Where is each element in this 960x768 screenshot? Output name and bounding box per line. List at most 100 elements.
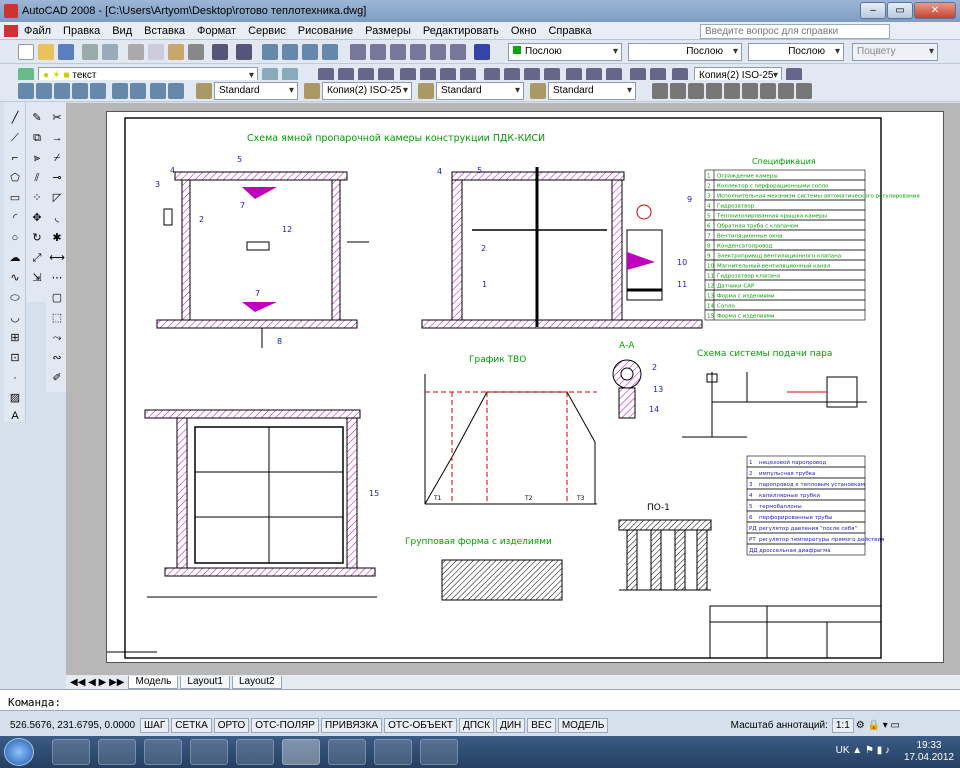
menu-format[interactable]: Формат <box>191 25 242 37</box>
paste-icon[interactable] <box>168 44 184 60</box>
save-icon[interactable] <box>58 44 74 60</box>
arc-icon[interactable]: ◜ <box>7 210 23 226</box>
text-icon-d[interactable] <box>706 83 722 99</box>
dim-style-manager-icon[interactable] <box>304 83 320 99</box>
mleader-style-select[interactable]: Standard <box>548 82 636 100</box>
find-icon[interactable] <box>742 83 758 99</box>
mirror-icon[interactable]: ⫸ <box>29 150 45 166</box>
fillet-icon[interactable]: ◟ <box>49 210 65 226</box>
rectangle-icon[interactable]: ▭ <box>7 190 23 206</box>
help-search-input[interactable]: Введите вопрос для справки <box>700 24 890 39</box>
xline-icon[interactable]: ⟋ <box>7 130 23 146</box>
system-tray[interactable]: UK ▲ ⚑ ▮ ♪ <box>836 745 890 756</box>
dyn-toggle[interactable]: ДИН <box>496 717 526 733</box>
new-icon[interactable] <box>18 44 34 60</box>
calculator-icon[interactable] <box>450 44 466 60</box>
media-player-taskbar-icon[interactable] <box>98 739 136 765</box>
explorer-taskbar-icon[interactable] <box>52 739 90 765</box>
tab-layout1[interactable]: Layout1 <box>180 675 230 689</box>
splinedit-icon[interactable]: ∾ <box>49 350 65 366</box>
make-block-icon[interactable]: ⊡ <box>7 350 23 366</box>
osnap-toggle[interactable]: ПРИВЯЗКА <box>320 717 383 733</box>
region-icon[interactable]: ▢ <box>49 290 65 306</box>
redo-icon[interactable] <box>236 44 252 60</box>
autocad-taskbar-icon[interactable] <box>282 739 320 765</box>
convert-space-icon[interactable] <box>796 83 812 99</box>
tab-layout2[interactable]: Layout2 <box>231 675 282 689</box>
lengthen-icon[interactable]: ⟷ <box>49 250 65 266</box>
zoom-icon-1[interactable] <box>18 83 34 99</box>
boundary-icon[interactable]: ⬚ <box>49 310 65 326</box>
color-select[interactable]: Послою <box>508 43 622 61</box>
doc-icon[interactable] <box>4 24 18 37</box>
opera-taskbar-icon[interactable] <box>144 739 182 765</box>
model-toggle[interactable]: МОДЕЛЬ <box>557 717 609 733</box>
acrobat-taskbar-icon[interactable] <box>236 739 274 765</box>
plotstyle-select[interactable]: Поцвету <box>852 43 938 61</box>
ortho-toggle[interactable]: ОРТО <box>213 717 250 733</box>
match-prop-icon[interactable] <box>188 44 204 60</box>
menu-modify[interactable]: Редактировать <box>417 25 505 37</box>
attedit-icon[interactable]: ✐ <box>49 370 65 386</box>
ducs-toggle[interactable]: ДПСК <box>459 717 495 733</box>
join-icon[interactable]: ⊸ <box>49 170 65 186</box>
justify-text-icon[interactable] <box>778 83 794 99</box>
copy-obj-icon[interactable]: ⧉ <box>29 130 45 146</box>
menu-dimension[interactable]: Размеры <box>359 25 417 37</box>
zoom-previous-icon[interactable] <box>322 44 338 60</box>
rotate-icon[interactable]: ↻ <box>29 230 45 246</box>
revcloud-icon[interactable]: ☁ <box>7 250 23 266</box>
text-icon-c[interactable] <box>688 83 704 99</box>
explode-icon[interactable]: ✱ <box>49 230 65 246</box>
erase-icon[interactable]: ✎ <box>29 110 45 126</box>
design-center-icon[interactable] <box>370 44 386 60</box>
menu-tools[interactable]: Сервис <box>242 25 292 37</box>
annotation-scale-select[interactable]: 1:1 <box>831 717 854 733</box>
properties-icon[interactable] <box>350 44 366 60</box>
zoom-icon-4[interactable] <box>72 83 88 99</box>
open-icon[interactable] <box>38 44 54 60</box>
clock[interactable]: 19:33 17.04.2012 <box>904 740 954 764</box>
utorrent-taskbar-icon[interactable] <box>374 739 412 765</box>
circle-icon[interactable]: ○ <box>7 230 23 246</box>
tool-palettes-icon[interactable] <box>390 44 406 60</box>
image-viewer-taskbar-icon[interactable] <box>420 739 458 765</box>
mtext-icon[interactable]: A <box>7 408 23 424</box>
extend-icon[interactable]: → <box>49 130 65 146</box>
linetype-select[interactable]: Послою <box>628 43 742 61</box>
skype-taskbar-icon[interactable] <box>190 739 228 765</box>
preview-icon[interactable] <box>102 44 118 60</box>
offset-icon[interactable]: ⫽ <box>29 170 45 186</box>
menu-file[interactable]: Файл <box>18 25 57 37</box>
maximize-button[interactable]: ▭ <box>887 2 913 19</box>
cut-icon[interactable] <box>128 44 144 60</box>
scale-icon[interactable]: ⤢ <box>29 250 45 266</box>
chamfer-icon[interactable]: ◸ <box>49 190 65 206</box>
spell-check-icon[interactable] <box>724 83 740 99</box>
model-space[interactable]: Схема ямной пропарочной камеры конструкц… <box>66 103 960 675</box>
menu-draw[interactable]: Рисование <box>292 25 359 37</box>
command-line[interactable]: Команда: <box>0 689 960 711</box>
print-icon[interactable] <box>82 44 98 60</box>
menu-window[interactable]: Окно <box>505 25 543 37</box>
sheet-set-icon[interactable] <box>410 44 426 60</box>
menu-help[interactable]: Справка <box>542 25 597 37</box>
pan-icon[interactable] <box>262 44 278 60</box>
zoom-extents-icon[interactable] <box>168 83 184 99</box>
stretch-icon[interactable]: ⇲ <box>29 270 45 286</box>
scale-text-icon[interactable] <box>760 83 776 99</box>
zoom-all-icon[interactable] <box>150 83 166 99</box>
snap-toggle[interactable]: ШАГ <box>140 717 170 733</box>
text-style-select[interactable]: Standard <box>214 82 298 100</box>
insert-block-icon[interactable]: ⊞ <box>7 330 23 346</box>
text-style-icon[interactable] <box>196 83 212 99</box>
point-icon[interactable]: · <box>7 370 23 386</box>
line-icon[interactable]: ╱ <box>7 110 23 126</box>
status-tray-icons[interactable]: ⚙ 🔒 ▾ ▭ <box>856 720 900 731</box>
tab-nav-arrows[interactable]: ◀◀ ◀ ▶ ▶▶ <box>66 677 128 688</box>
table-style-select[interactable]: Standard <box>436 82 524 100</box>
ellipse-arc-icon[interactable]: ◡ <box>7 310 23 326</box>
zoom-icon-5[interactable] <box>90 83 106 99</box>
zoom-icon-3[interactable] <box>54 83 70 99</box>
zoom-in-icon[interactable] <box>112 83 128 99</box>
